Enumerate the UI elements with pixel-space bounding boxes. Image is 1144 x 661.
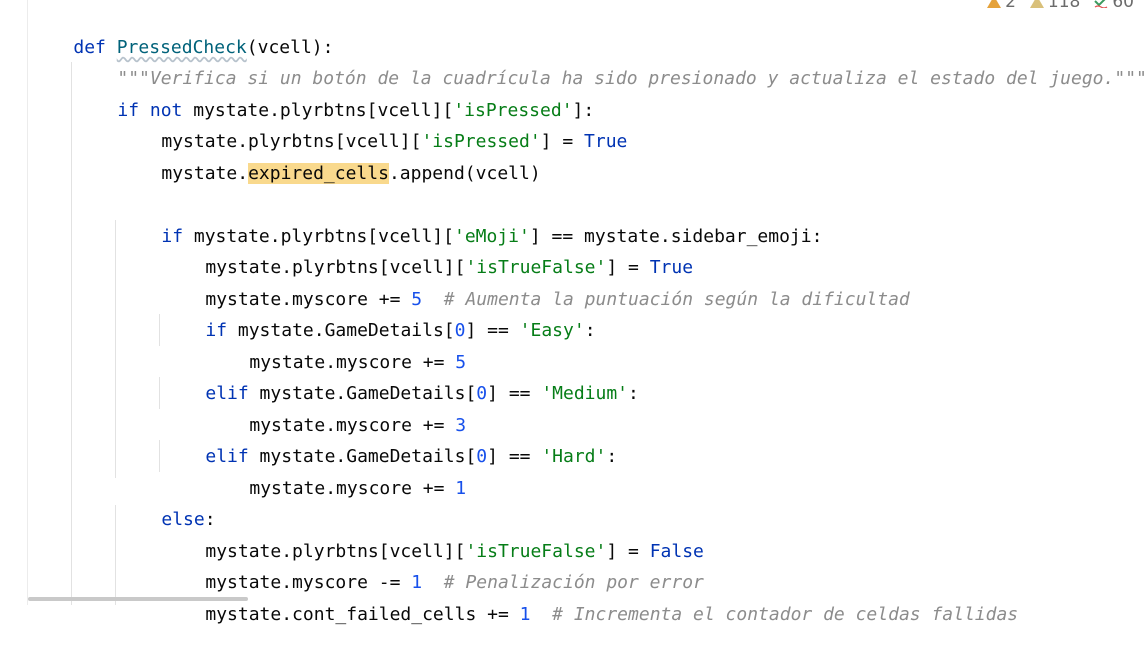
code-text: : — [584, 320, 596, 341]
string-literal: 'Hard' — [541, 446, 607, 467]
indent-guide — [159, 440, 160, 472]
indent-guide — [71, 62, 72, 605]
typo-check-icon — [1094, 0, 1108, 8]
code-text: ] == — [487, 446, 542, 467]
code-text: mystate.cont_failed_cells += — [205, 604, 520, 625]
code-line[interactable]: mystate.plyrbtns[vcell]['isTrueFalse'] =… — [162, 221, 693, 278]
code-line[interactable]: """Verifica si un botón de la cuadrícula… — [74, 32, 1144, 89]
indent-guide — [115, 220, 116, 478]
code-line[interactable]: mystate.myscore += 3 — [206, 379, 466, 436]
code-line[interactable]: mystate.plyrbtns[vcell]['isTrueFalse'] =… — [162, 505, 704, 562]
typo-count[interactable]: 60 — [1094, 0, 1134, 12]
indent-guide — [159, 314, 160, 346]
code-line[interactable]: mystate.expired_cells.append(vcell) — [118, 127, 541, 184]
inspection-widget[interactable]: 2 118 60 — [987, 0, 1134, 12]
code-text: : — [628, 383, 639, 404]
code-line[interactable]: else: — [118, 473, 215, 530]
keyword: True — [584, 131, 628, 152]
code-line[interactable]: mystate.myscore += 5 — [206, 316, 466, 373]
string-literal: 'Medium' — [541, 383, 629, 404]
number-literal: 0 — [476, 446, 488, 467]
code-text: .append(vcell) — [388, 163, 541, 184]
code-text: ] == — [465, 320, 520, 341]
indent-guide — [115, 505, 116, 605]
indent-guide — [159, 377, 160, 409]
code-line[interactable]: mystate.cont_failed_cells += 1 # Increme… — [162, 568, 1018, 625]
code-text: mystate.myscore += — [249, 478, 456, 499]
code-line[interactable]: mystate.plyrbtns[vcell]['isPressed'] = T… — [118, 95, 627, 152]
string-literal: 'Easy' — [519, 320, 585, 341]
code-text: mystate. — [161, 163, 249, 184]
code-text: ] == — [487, 383, 542, 404]
error-count[interactable]: 2 — [987, 0, 1016, 12]
code-text: ] = — [540, 131, 585, 152]
code-line[interactable]: mystate.myscore += 1 — [206, 442, 466, 499]
number-literal: 0 — [476, 383, 488, 404]
warning-icon — [1029, 0, 1044, 8]
number-literal: 1 — [455, 478, 467, 499]
error-count-label: 2 — [1005, 0, 1016, 12]
horizontal-scrollbar[interactable] — [28, 597, 248, 601]
code-line[interactable]: elif mystate.GameDetails[0] == 'Medium': — [162, 347, 639, 404]
comment: # Incrementa el contador de celdas falli… — [530, 604, 1019, 625]
highlighted-identifier: expired_cells — [248, 163, 389, 184]
code-text: : — [606, 446, 618, 467]
warning-count[interactable]: 118 — [1029, 0, 1081, 12]
code-line[interactable]: mystate.myscore -= 1 # Penalización por … — [162, 536, 704, 593]
code-line[interactable]: mystate.myscore += 5 # Aumenta la puntua… — [162, 253, 909, 310]
typo-count-label: 60 — [1112, 0, 1134, 12]
code-line[interactable]: elif mystate.GameDetails[0] == 'Hard': — [162, 410, 617, 467]
warning-count-label: 118 — [1047, 0, 1081, 12]
code-line[interactable]: if mystate.plyrbtns[vcell]['eMoji'] == m… — [118, 190, 822, 247]
gutter-divider — [27, 0, 28, 605]
error-icon — [987, 0, 1002, 8]
number-literal: 1 — [519, 604, 531, 625]
code-line[interactable]: if mystate.GameDetails[0] == 'Easy': — [162, 284, 595, 341]
code-editor[interactable]: 2 118 60 def PressedCheck(vcell): """Ver… — [0, 0, 1144, 625]
code-line[interactable]: def PressedCheck(vcell): — [30, 1, 333, 58]
code-line[interactable]: if not mystate.plyrbtns[vcell]['isPresse… — [74, 64, 594, 121]
